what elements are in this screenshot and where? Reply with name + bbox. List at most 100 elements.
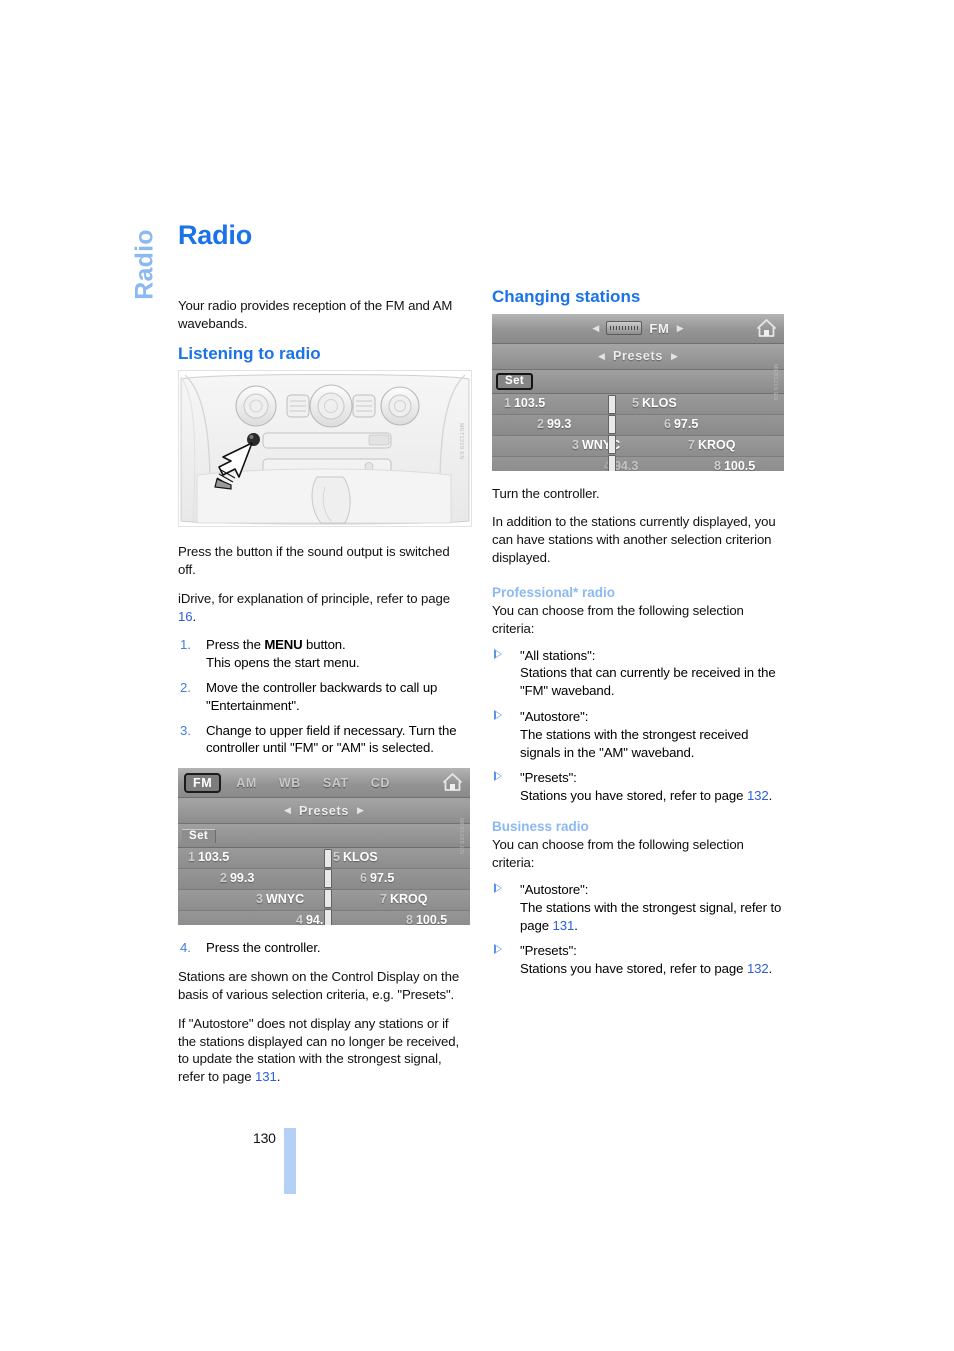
page-reference-131[interactable]: 131 [255, 1069, 277, 1084]
scrollbar-segment[interactable] [608, 394, 616, 414]
preset-cell[interactable]: 3 WNYC [256, 892, 304, 906]
criterion-title: "Autostore": [520, 881, 589, 897]
step-second-line: This opens the start menu. [206, 655, 360, 671]
triangle-bullet-icon [494, 648, 502, 659]
tuner-chip-icon [606, 321, 643, 336]
lcd-presets-label: Presets [298, 803, 350, 818]
chevron-right-icon[interactable]: ▶ [677, 323, 684, 333]
scrollbar-segment[interactable] [324, 889, 332, 909]
paragraph-stations-shown: Stations are shown on the Control Displa… [178, 969, 460, 1002]
list-item: 3. Change to upper field if necessary. Tu… [178, 722, 470, 758]
preset-index: 6 [664, 416, 671, 431]
triangle-bullet-icon [494, 882, 502, 893]
lcd-tab-wb[interactable]: WB [268, 776, 312, 790]
lcd-set-row: Set [492, 369, 784, 394]
preset-index: 1 [504, 395, 511, 410]
heading-professional-radio: Professional* radio [492, 584, 616, 600]
preset-index: 2 [220, 871, 227, 886]
step-text: Change to upper field if necessary. Turn… [206, 722, 457, 756]
heading-business-radio: Business radio [492, 819, 589, 835]
lcd-tab-fm[interactable]: FM [184, 772, 222, 793]
preset-cell[interactable]: 1 103.5 [504, 396, 545, 410]
page-reference-132[interactable]: 132 [747, 788, 769, 803]
paragraph-press-button: Press the button if the sound output is … [178, 544, 450, 577]
list-item: "Autostore": The stations with the strong… [492, 881, 784, 934]
preset-cell[interactable]: 8 100.5 [714, 459, 755, 471]
preset-cell[interactable]: 7 KROQ [380, 892, 427, 906]
list-item: 4. Press the controller. [178, 939, 470, 957]
criterion-title: "Autostore": [520, 709, 589, 725]
console-illustration-svg [179, 371, 471, 527]
idrive-text-pre: iDrive, for explanation of principle, re… [178, 590, 450, 606]
preset-cell[interactable]: 1 103.5 [188, 850, 229, 864]
preset-cell[interactable]: 2 99.3 [537, 417, 571, 431]
page-number: 130 [253, 1130, 276, 1146]
table-row: 3 WNYC 7 KROQ [492, 435, 784, 457]
business-criteria-list: "Autostore": The stations with the strong… [492, 881, 784, 978]
manual-page: Radio Radio Your radio provides receptio… [0, 0, 954, 1351]
lcd-tab-cd[interactable]: CD [360, 776, 401, 790]
preset-cell[interactable]: 8 100.5 [406, 913, 447, 925]
page-reference-132[interactable]: 132 [747, 961, 769, 976]
list-item: 2. Move the controller backwards to call … [178, 679, 470, 715]
steps-list-continued: 4. Press the controller. [178, 939, 470, 957]
lcd-set-button[interactable]: Set [182, 828, 217, 843]
criterion-title: "Presets": [520, 770, 577, 786]
chevron-right-icon[interactable]: ▶ [357, 806, 364, 815]
preset-cell[interactable]: 6 97.5 [360, 871, 394, 885]
preset-index: 4 [296, 913, 303, 926]
paragraph-autostore-note: If "Autostore" does not display any stat… [178, 1015, 470, 1086]
preset-name: KROQ [697, 437, 736, 452]
step-number: 3. [180, 722, 191, 738]
table-row: 494.3 8100.5 [492, 456, 784, 471]
autostore-text-post: . [276, 1069, 281, 1085]
lcd-top-bar: ◀ FM ▶ [492, 313, 784, 344]
preset-cell[interactable]: 2 99.3 [220, 871, 254, 885]
autostore-text-pre: If "Autostore" does not display any stat… [178, 1015, 460, 1085]
preset-cell[interactable]: 5 KLOS [333, 850, 378, 864]
chevron-left-icon[interactable]: ◀ [284, 806, 291, 815]
preset-index: 3 [572, 437, 579, 452]
lcd-tab-sat[interactable]: SAT [312, 776, 360, 790]
side-tab-label: Radio [130, 229, 159, 300]
paragraph-professional-intro: You can choose from the following select… [492, 602, 744, 636]
criterion-desc: Stations you have stored, refer to page [520, 961, 747, 977]
criterion-desc: Stations you have stored, refer to page [520, 788, 747, 804]
scrollbar-segment[interactable] [608, 434, 616, 454]
lcd-set-row: Set [178, 824, 470, 849]
lcd-waveband-screenshot: FM AM WB SAT CD ◀ Presets ▶ Set 1 103.5 … [178, 768, 470, 926]
lcd-tab-am[interactable]: AM [225, 776, 268, 790]
scrollbar-segment[interactable] [608, 454, 616, 471]
lcd-set-button[interactable]: Set [496, 372, 534, 390]
preset-cell[interactable]: 7 KROQ [688, 438, 735, 452]
scrollbar-segment[interactable] [324, 869, 332, 889]
scrollbar-segment[interactable] [324, 849, 332, 869]
preset-name: 99.3 [229, 871, 255, 886]
page-reference-16[interactable]: 16 [178, 609, 193, 624]
scrollbar-segment[interactable] [608, 414, 616, 434]
chevron-left-icon[interactable]: ◀ [598, 351, 605, 361]
triangle-bullet-icon [494, 771, 502, 782]
chevron-left-icon[interactable]: ◀ [592, 323, 599, 333]
lcd-top-bar: FM AM WB SAT CD [178, 768, 470, 799]
home-icon[interactable] [442, 772, 463, 792]
preset-name: 99.3 [546, 416, 572, 431]
preset-index: 3 [256, 892, 263, 907]
paragraph-turn-controller: Turn the controller. [492, 485, 600, 501]
preset-index: 5 [632, 395, 639, 410]
step-text: Press the controller. [206, 940, 321, 956]
chevron-right-icon[interactable]: ▶ [671, 351, 678, 361]
preset-name: 100.5 [723, 458, 756, 471]
step-text: Move the controller backwards to call up… [206, 680, 438, 713]
figure-ref-code: MF81280 EN [458, 818, 464, 855]
page-reference-131[interactable]: 131 [553, 918, 575, 933]
preset-cell[interactable]: 6 97.5 [664, 417, 698, 431]
step-text-pre: Press the [206, 637, 265, 653]
scrollbar-segment[interactable] [324, 909, 332, 926]
home-icon[interactable] [756, 318, 777, 338]
lcd-changing-stations-screenshot: ◀ FM ▶ ◀ Presets ▶ Set 1 103.5 5 KLOS 2 … [492, 313, 784, 471]
preset-name: 103.5 [197, 850, 230, 865]
preset-cell[interactable]: 5 KLOS [632, 396, 677, 410]
list-item: "Autostore": The stations with the strong… [492, 708, 784, 761]
preset-name: KLOS [641, 395, 677, 410]
